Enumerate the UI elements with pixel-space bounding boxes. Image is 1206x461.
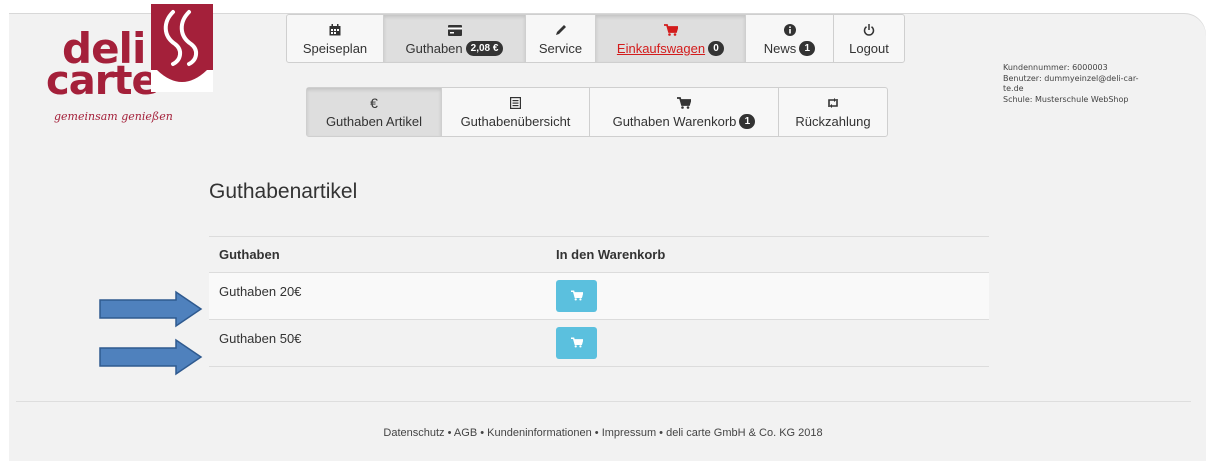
credit-card-icon [447,22,462,38]
table-bottom-border [209,366,989,367]
row-item-name: Guthaben 50€ [219,331,302,346]
nav-service[interactable]: Service [526,15,596,62]
main-nav: Speiseplan Guthaben 2,08 € Service Einka… [286,14,905,63]
nav-speiseplan-label: Speiseplan [302,41,368,56]
warenkorb-count-badge: 1 [739,114,756,129]
arrow-right-icon [99,338,203,376]
footer: Datenschutz • AGB • Kundeninformationen … [0,427,1206,439]
nav-logout[interactable]: Logout [834,15,904,62]
footer-separator: • [447,427,452,439]
add-to-cart-button[interactable] [556,327,597,359]
deli-carte-logo[interactable]: deli carte gemeinsam genießen [46,2,226,142]
nav-service-label: Service [538,41,583,56]
retweet-icon [826,95,840,111]
user-email-line1: Benutzer: dummyeinzel@deli-car- [1003,73,1139,83]
screenshot-stage: deli carte gemeinsam genießen Speiseplan [0,0,1206,461]
nav-guthaben-label: Guthaben [405,41,463,56]
pencil-icon [555,22,567,38]
nav-guthaben[interactable]: Guthaben 2,08 € [384,15,526,62]
footer-copyright: deli carte GmbH & Co. KG 2018 [666,427,823,439]
nav-news[interactable]: News 1 [746,15,834,62]
cart-count-badge: 0 [708,41,725,56]
logo-text-carte: carte [46,58,159,104]
cart-icon [570,289,584,304]
nav-news-label: News [763,41,797,56]
user-email-line2: te.de [1003,84,1024,93]
nav-speiseplan[interactable]: Speiseplan [287,15,384,62]
power-icon [863,22,875,38]
logo-tagline: gemeinsam genießen [54,110,173,123]
footer-link-impressum[interactable]: Impressum [602,427,656,439]
tab-rueckzahlung-label: Rückzahlung [795,114,871,129]
euro-icon: € [370,95,378,111]
tab-guthaben-warenkorb-label: Guthaben Warenkorb [612,114,737,129]
tab-guthaben-artikel-label: Guthaben Artikel [325,114,423,129]
nav-einkaufswagen-label: Einkaufswagen [616,41,706,56]
tab-rueckzahlung[interactable]: Rückzahlung [779,88,887,136]
footer-divider [16,401,1191,402]
guthaben-table: Guthaben In den Warenkorb Guthaben 20€ G… [209,236,989,367]
cart-icon [677,95,691,111]
cart-icon [663,22,678,38]
footer-separator: • [594,427,599,439]
logo-cup-icon [151,4,213,92]
footer-link-kundeninformationen[interactable]: Kundeninformationen [487,427,592,439]
customer-number: Kundennummer: 6000003 [1003,63,1108,72]
table-row: Guthaben 50€ [209,319,989,366]
nav-logout-label: Logout [849,41,889,56]
info-icon [783,22,796,38]
calendar-icon [329,22,341,38]
row-item-name: Guthaben 20€ [219,284,302,299]
cart-icon [570,336,584,351]
footer-link-agb[interactable]: AGB [454,427,477,439]
balance-badge: 2,08 € [465,41,504,56]
news-count-badge: 1 [799,41,816,56]
nav-einkaufswagen[interactable]: Einkaufswagen 0 [596,15,746,62]
column-header-warenkorb: In den Warenkorb [556,247,666,262]
tab-guthaben-warenkorb[interactable]: Guthaben Warenkorb 1 [590,88,779,136]
school-name: Schule: Musterschule WebShop [1003,94,1129,104]
list-icon [510,95,521,111]
footer-link-datenschutz[interactable]: Datenschutz [383,427,444,439]
account-info: Kundennummer: 6000003 Benutzer: dummyein… [1003,63,1163,105]
arrow-right-icon [99,290,203,328]
column-header-guthaben: Guthaben [219,247,280,262]
table-row: Guthaben 20€ [209,272,989,319]
footer-separator: • [480,427,485,439]
table-header-row: Guthaben In den Warenkorb [209,236,989,272]
tab-guthabenuebersicht-label: Guthabenübersicht [460,114,571,129]
add-to-cart-button[interactable] [556,280,597,312]
footer-separator: • [659,427,664,439]
tab-guthaben-artikel[interactable]: € Guthaben Artikel [307,88,442,136]
page-title: Guthabenartikel [209,180,358,203]
guthaben-sub-nav: € Guthaben Artikel Guthabenübersicht Gut… [306,87,888,137]
tab-guthabenuebersicht[interactable]: Guthabenübersicht [442,88,590,136]
